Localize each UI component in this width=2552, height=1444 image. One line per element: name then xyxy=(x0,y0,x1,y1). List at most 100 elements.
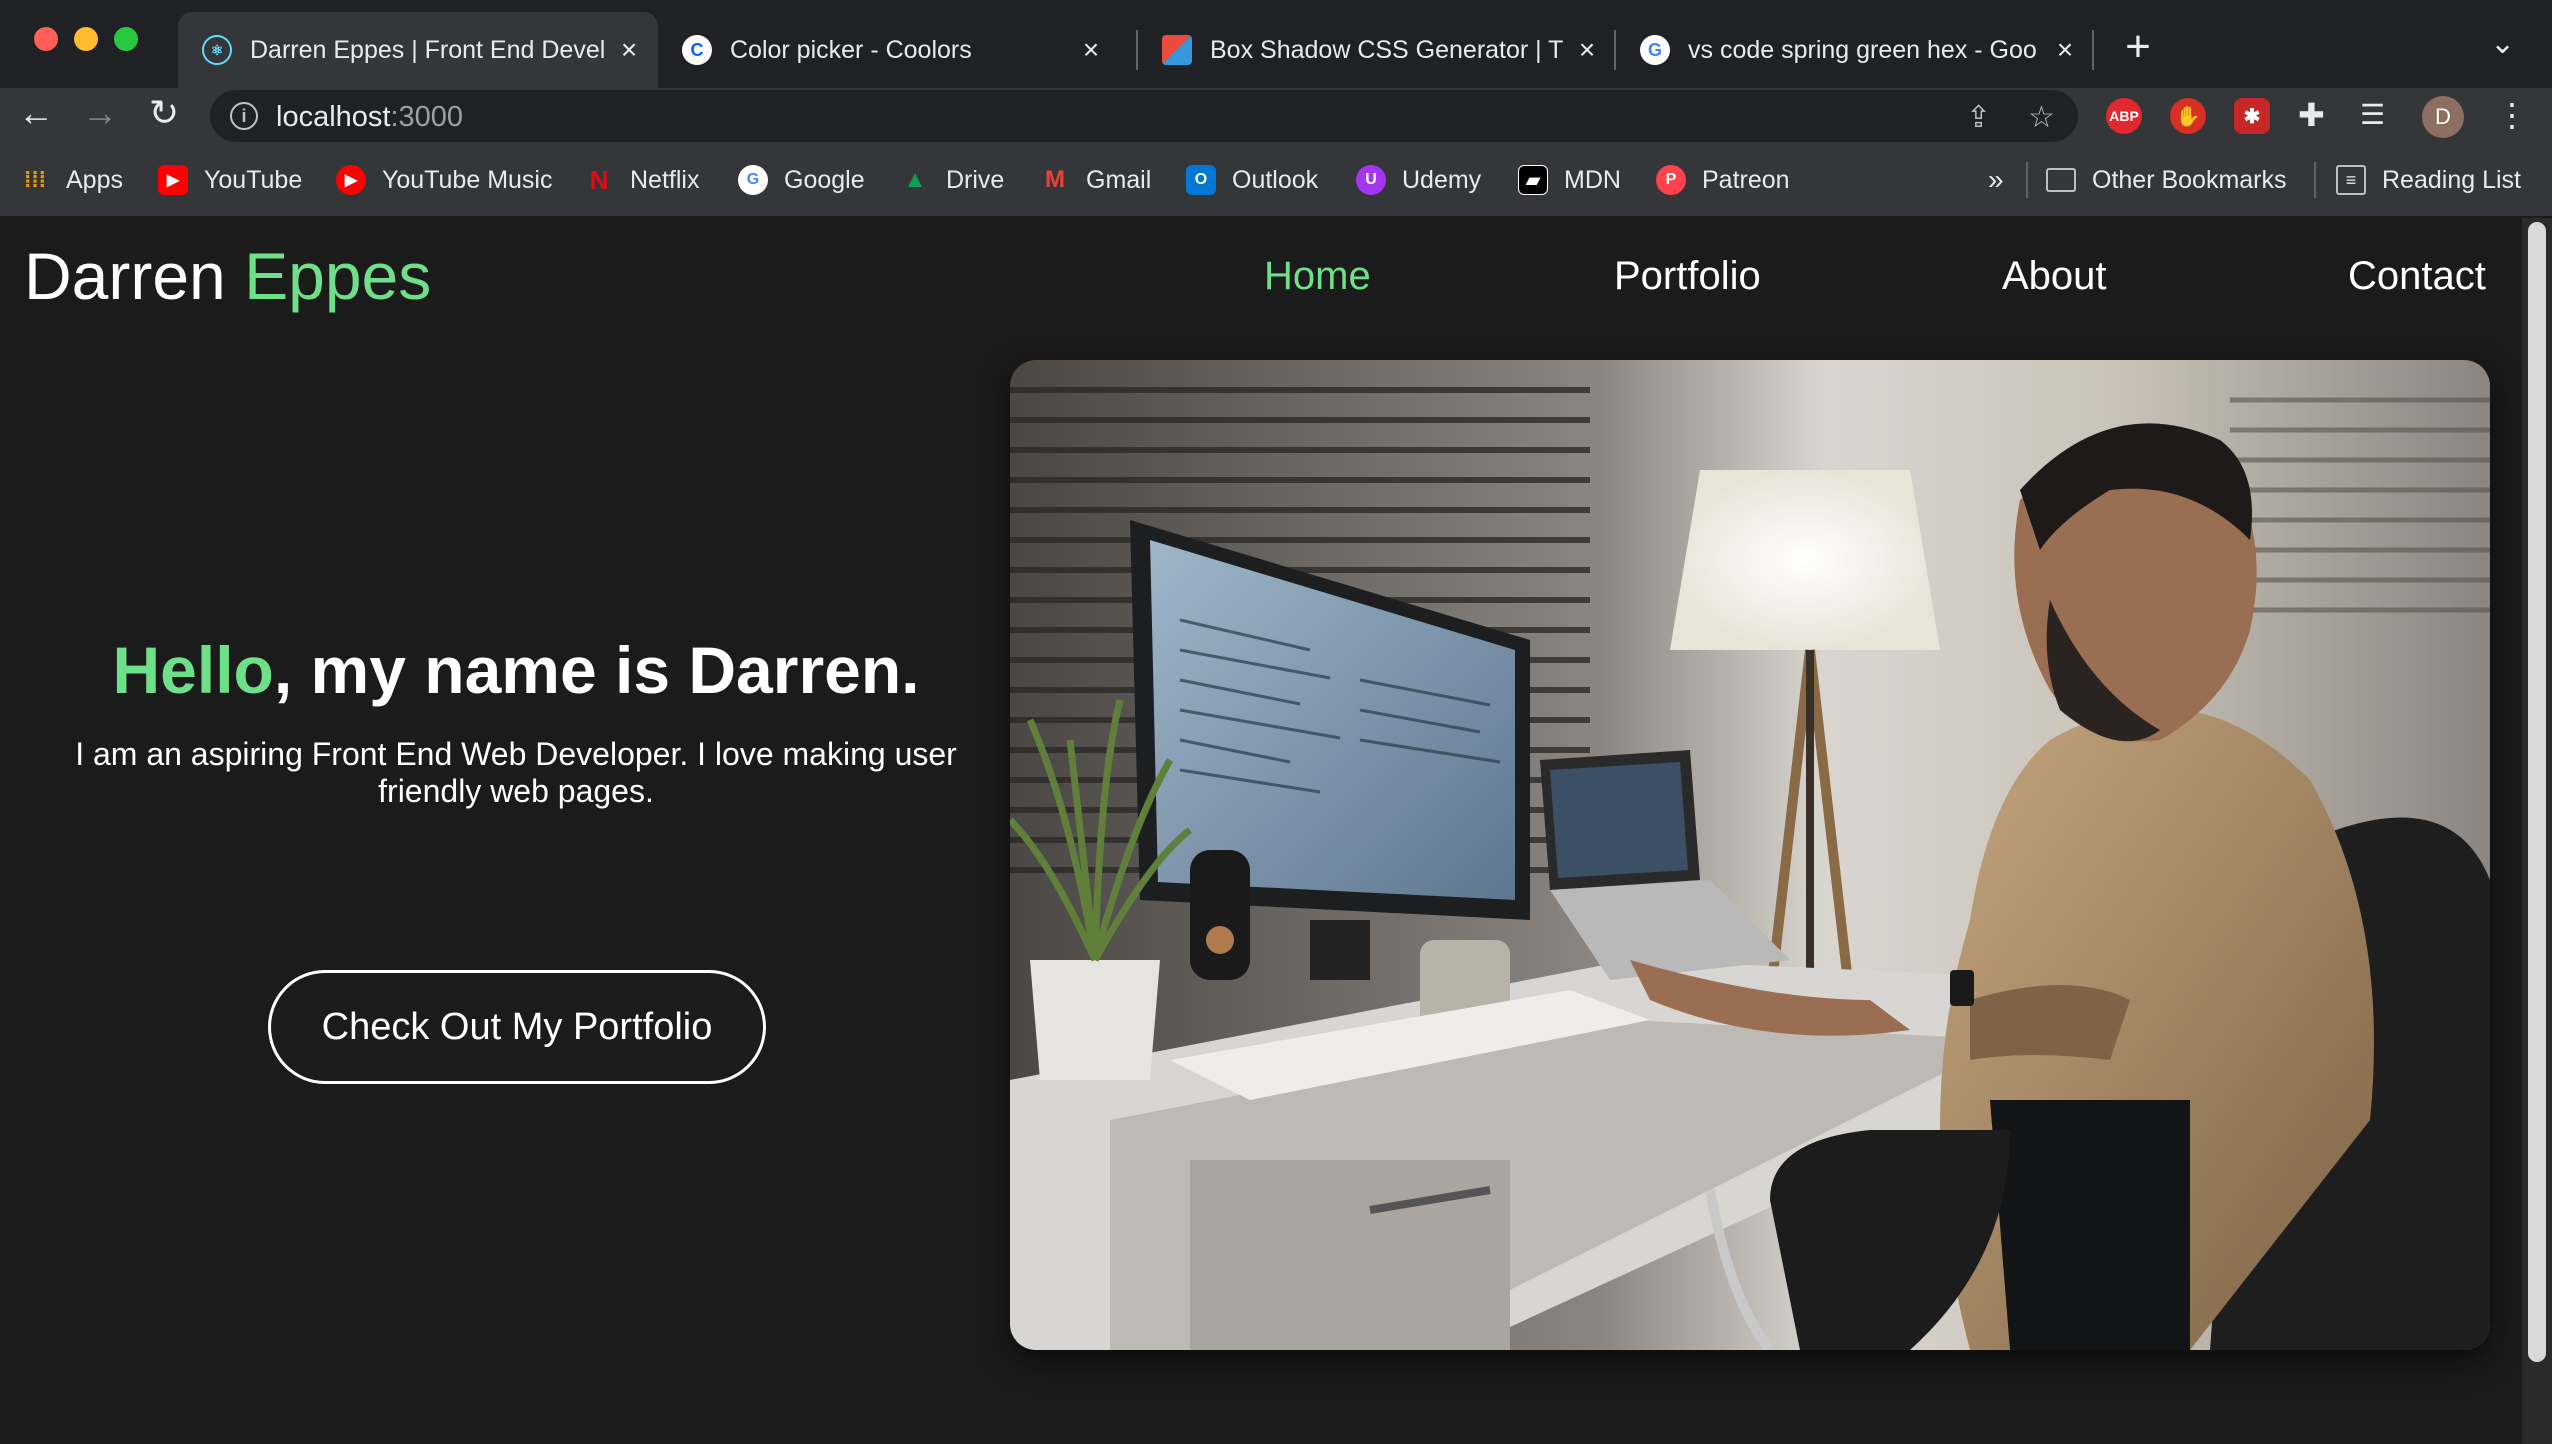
site-info-icon[interactable]: i xyxy=(230,102,258,130)
url-text[interactable]: localhost:3000 xyxy=(276,101,463,134)
tab-title: Box Shadow CSS Generator | T xyxy=(1210,35,1564,64)
url-host: localhost xyxy=(276,101,391,133)
logo-last-name: Eppes xyxy=(244,239,432,313)
google-icon: G xyxy=(1640,35,1670,65)
share-icon[interactable]: ⇪ xyxy=(1966,100,1991,135)
apps-grid-icon: ⁞⁞⁞ xyxy=(24,167,46,192)
bookmark-gmail[interactable]: M Gmail xyxy=(1040,162,1151,198)
coolors-icon: C xyxy=(682,35,712,65)
page-scrollbar[interactable] xyxy=(2522,218,2552,1444)
tab-divider xyxy=(2092,30,2094,70)
bookmark-label: Udemy xyxy=(1402,165,1482,194)
zoom-window-button[interactable] xyxy=(114,27,138,51)
url-port: :3000 xyxy=(390,101,464,133)
bookmark-udemy[interactable]: U Udemy xyxy=(1356,162,1481,198)
hero-image-developer-at-desk xyxy=(1010,360,2490,1350)
bookmark-label: Drive xyxy=(946,165,1005,194)
media-queue-icon[interactable]: ☰ xyxy=(2360,98,2385,131)
netflix-icon: N xyxy=(589,164,609,195)
udemy-icon: U xyxy=(1356,165,1386,195)
bookmark-label: YouTube Music xyxy=(382,165,553,194)
nav-home[interactable]: Home xyxy=(1264,254,1371,299)
drive-icon: ▲ xyxy=(903,166,927,193)
bookmark-netflix[interactable]: N Netflix xyxy=(584,162,700,198)
hand-stop-extension-icon[interactable]: ✋ xyxy=(2170,98,2206,134)
close-tab-icon[interactable]: × xyxy=(1076,34,1106,66)
forward-arrow-icon[interactable]: → xyxy=(76,92,124,134)
youtube-music-icon: ▶ xyxy=(336,165,366,195)
bookmarks-overflow-chevron-icon[interactable]: » xyxy=(1988,162,2004,198)
nav-about[interactable]: About xyxy=(2002,254,2107,299)
bookmark-outlook[interactable]: O Outlook xyxy=(1186,162,1318,198)
minimize-window-button[interactable] xyxy=(74,27,98,51)
bug-extension-icon[interactable]: ✱ xyxy=(2234,98,2270,134)
bookmark-label: Outlook xyxy=(1232,165,1319,194)
bookmark-label: YouTube xyxy=(204,165,303,194)
bookmark-label: Apps xyxy=(66,165,123,194)
bookmark-label: Google xyxy=(784,165,865,194)
browser-toolbar: ← → ↻ i localhost:3000 ⇪ ☆ ABP ✋ ✱ ✚ ☰ D… xyxy=(0,88,2552,144)
bookmark-youtube-music[interactable]: ▶ YouTube Music xyxy=(336,162,552,198)
react-icon: ⚛ xyxy=(202,35,232,65)
back-arrow-icon[interactable]: ← xyxy=(12,92,60,134)
tab-darren-eppes[interactable]: ⚛ Darren Eppes | Front End Devel × xyxy=(178,12,658,88)
mdn-icon: ▰ xyxy=(1518,165,1548,195)
bookmark-divider xyxy=(2314,162,2316,198)
gmail-icon: M xyxy=(1045,166,1065,193)
google-icon: G xyxy=(738,165,768,195)
reading-list-button[interactable]: ≡ Reading List xyxy=(2336,162,2521,198)
bookmark-youtube[interactable]: ▶ YouTube xyxy=(158,162,302,198)
tab-box-shadow[interactable]: Box Shadow CSS Generator | T × xyxy=(1138,12,1616,88)
new-tab-button[interactable]: + xyxy=(2118,22,2158,72)
hero-title: Hello, my name is Darren. xyxy=(0,632,1032,708)
bookmark-other-bookmarks[interactable]: Other Bookmarks xyxy=(2046,162,2287,198)
bookmark-google[interactable]: G Google xyxy=(738,162,865,198)
tab-google-search[interactable]: G vs code spring green hex - Goo × xyxy=(1616,12,2094,88)
hero-subtitle: I am an aspiring Front End Web Developer… xyxy=(75,736,957,809)
bookmark-star-icon[interactable]: ☆ xyxy=(2028,100,2055,135)
outlook-icon: O xyxy=(1186,165,1216,195)
portfolio-cta-button[interactable]: Check Out My Portfolio xyxy=(268,970,766,1084)
extensions-puzzle-icon[interactable]: ✚ xyxy=(2298,96,2325,134)
bookmark-label: Other Bookmarks xyxy=(2092,165,2287,194)
reload-icon[interactable]: ↻ xyxy=(140,92,188,134)
cssmatic-icon xyxy=(1162,35,1192,65)
browser-menu-icon[interactable]: ⋮ xyxy=(2496,96,2528,134)
tab-title: vs code spring green hex - Goo xyxy=(1688,35,2037,64)
hero-greeting: Hello xyxy=(112,633,274,707)
bookmarks-bar: ⁞⁞⁞ Apps ▶ YouTube ▶ YouTube Music N Net… xyxy=(0,144,2552,218)
site-logo[interactable]: Darren Eppes xyxy=(24,238,431,314)
close-tab-icon[interactable]: × xyxy=(614,34,644,66)
bookmark-mdn[interactable]: ▰ MDN xyxy=(1518,162,1621,198)
bookmark-drive[interactable]: ▲ Drive xyxy=(900,162,1004,198)
tab-title: Darren Eppes | Front End Devel xyxy=(250,35,606,64)
patreon-icon: P xyxy=(1656,165,1686,195)
bookmark-patreon[interactable]: P Patreon xyxy=(1656,162,1790,198)
profile-avatar[interactable]: D xyxy=(2422,96,2464,138)
close-window-button[interactable] xyxy=(34,27,58,51)
bookmark-apps[interactable]: ⁞⁞⁞ Apps xyxy=(20,162,123,198)
tab-strip: ⚛ Darren Eppes | Front End Devel × C Col… xyxy=(0,0,2552,88)
tab-search-chevron-icon[interactable]: ⌄ xyxy=(2490,26,2515,61)
folder-icon xyxy=(2046,168,2076,192)
tab-coolors[interactable]: C Color picker - Coolors × xyxy=(658,12,1120,88)
reading-list-label: Reading List xyxy=(2382,165,2521,194)
bookmark-label: Netflix xyxy=(630,165,700,194)
close-tab-icon[interactable]: × xyxy=(2050,34,2080,66)
bookmark-divider xyxy=(2026,162,2028,198)
bookmark-label: Patreon xyxy=(1702,165,1790,194)
hero-title-rest: , my name is Darren. xyxy=(273,633,920,707)
nav-portfolio[interactable]: Portfolio xyxy=(1614,254,1761,299)
bookmark-label: Gmail xyxy=(1086,165,1152,194)
browser-chrome: ⚛ Darren Eppes | Front End Devel × C Col… xyxy=(0,0,2552,218)
adblock-plus-icon[interactable]: ABP xyxy=(2106,98,2142,134)
nav-contact[interactable]: Contact xyxy=(2348,254,2486,299)
address-bar[interactable]: i localhost:3000 ⇪ ☆ xyxy=(210,90,2078,142)
bookmark-label: MDN xyxy=(1564,165,1621,194)
tab-title: Color picker - Coolors xyxy=(730,35,972,64)
logo-first-name: Darren xyxy=(24,239,226,313)
webpage: Darren Eppes Home Portfolio About Contac… xyxy=(0,218,2552,1444)
close-tab-icon[interactable]: × xyxy=(1572,34,1602,66)
scrollbar-thumb[interactable] xyxy=(2528,222,2546,1362)
reading-list-icon: ≡ xyxy=(2336,165,2366,195)
